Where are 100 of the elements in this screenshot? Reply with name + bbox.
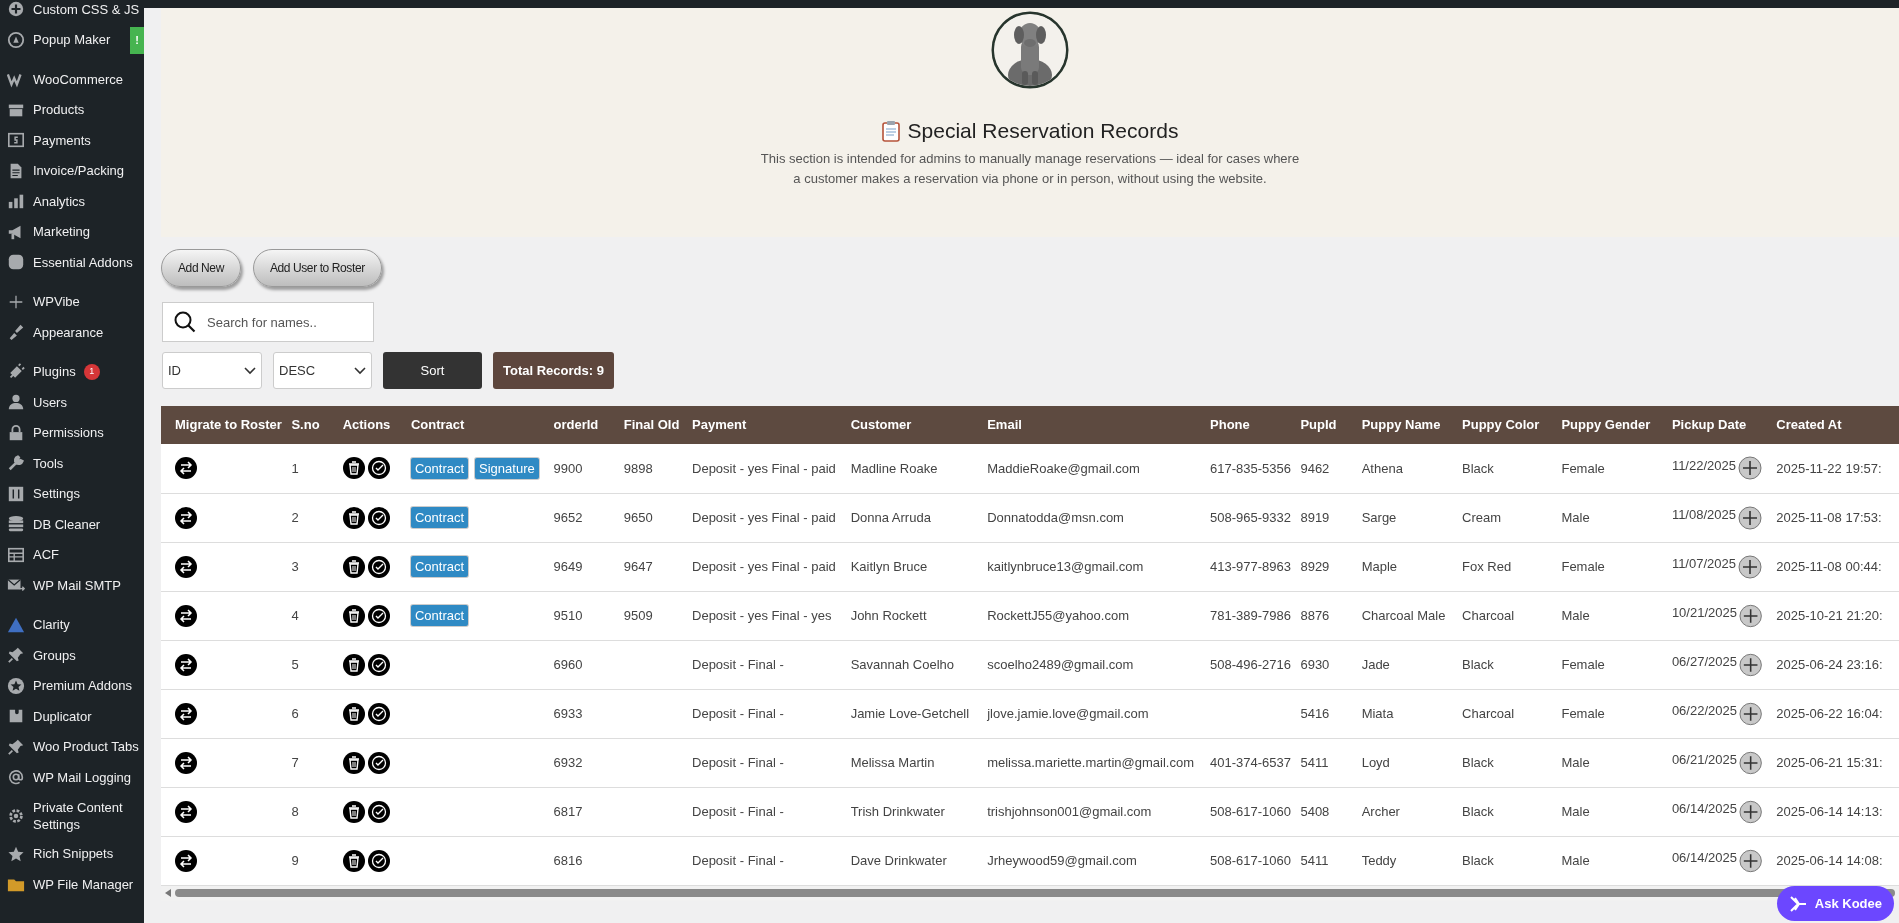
sidebar-item[interactable]: WPVibe bbox=[0, 286, 144, 317]
table-cell-text: 11/08/2025 bbox=[1671, 505, 1736, 524]
action-button[interactable]: Add New bbox=[161, 249, 241, 287]
table-cell-text: 06/21/2025 bbox=[1671, 750, 1737, 769]
sidebar-item[interactable]: Premium Addons bbox=[0, 670, 144, 701]
sidebar-item[interactable]: WP Mail Logging bbox=[0, 762, 144, 793]
table-cell: 6816 bbox=[539, 836, 610, 885]
action-button[interactable]: Add User to Roster bbox=[252, 249, 382, 287]
table-cell: Cream bbox=[1448, 493, 1548, 542]
table-cell: 6933 bbox=[539, 689, 610, 738]
table-cell: Deposit - yes Final - paid bbox=[678, 444, 837, 493]
table-cell: RockettJ55@yahoo.com bbox=[973, 591, 1197, 640]
sidebar-item[interactable]: Payments bbox=[0, 125, 144, 156]
table-cell: 6960 bbox=[539, 640, 610, 689]
contract-button[interactable]: Signature bbox=[475, 457, 539, 479]
table-cell: Female bbox=[1547, 444, 1658, 493]
table-cell: jlove.jamie.love@gmail.com bbox=[973, 689, 1197, 738]
table-cell: 7 bbox=[277, 738, 329, 787]
table-cell: Female bbox=[1547, 542, 1658, 591]
table-cell: scoelho2489@gmail.com bbox=[973, 640, 1197, 689]
table-cell: Deposit - Final - bbox=[678, 689, 837, 738]
sort-order-select[interactable]: DESC bbox=[273, 352, 372, 389]
table-cell: 6 bbox=[277, 689, 329, 738]
sidebar-item[interactable]: Appearance bbox=[0, 317, 144, 348]
sidebar-item[interactable]: Permissions bbox=[0, 417, 144, 448]
sidebar-item[interactable]: Groups bbox=[0, 640, 144, 671]
table-cell: 9 bbox=[277, 836, 329, 885]
sidebar-item[interactable]: Tools bbox=[0, 448, 144, 479]
sidebar-item[interactable]: Custom CSS & JS bbox=[0, 0, 144, 25]
table-cell: 1 bbox=[277, 444, 329, 493]
table-cell: 5416 bbox=[1286, 689, 1348, 738]
notification-badge: ! bbox=[130, 26, 144, 54]
table-cell: 9649 bbox=[539, 542, 610, 591]
sidebar-item[interactable]: Products bbox=[0, 94, 144, 125]
column-header: PupId bbox=[1286, 406, 1348, 444]
table-cell: Athena bbox=[1347, 444, 1449, 493]
sidebar-item[interactable]: Essential Addons bbox=[0, 247, 144, 278]
table-cell: Charcoal bbox=[1448, 689, 1548, 738]
column-header: Customer bbox=[836, 406, 974, 444]
sidebar-item[interactable]: Rich Snippets bbox=[0, 838, 144, 869]
table-cell: Deposit - yes Final - yes bbox=[678, 591, 837, 640]
table-cell: Melissa Martin bbox=[836, 738, 974, 787]
table-cell: Deposit - Final - bbox=[678, 738, 837, 787]
sidebar-item[interactable]: Users bbox=[0, 387, 144, 418]
ask-kodee-button[interactable]: Ask Kodee bbox=[1776, 886, 1894, 921]
table-cell: Black bbox=[1448, 738, 1548, 787]
sidebar-item[interactable]: WP File Manager bbox=[0, 869, 144, 900]
table-cell: Madline Roake bbox=[836, 444, 974, 493]
sidebar-item[interactable]: Marketing bbox=[0, 216, 144, 247]
table-cell: 6817 bbox=[539, 787, 610, 836]
table-cell: 2 bbox=[277, 493, 329, 542]
table-cell: Sarge bbox=[1347, 493, 1449, 542]
sidebar-item[interactable]: Plugins 1 bbox=[0, 356, 144, 387]
sidebar-item[interactable]: Private Content Settings bbox=[0, 792, 144, 839]
table-cell: Donna Arruda bbox=[836, 493, 974, 542]
sidebar-item[interactable]: Analytics bbox=[0, 186, 144, 217]
table-cell: Charcoal Male bbox=[1347, 591, 1449, 640]
search-field[interactable]: Search for names.. bbox=[162, 302, 374, 342]
table-cell: Fox Red bbox=[1448, 542, 1548, 591]
table-cell: John Rockett bbox=[836, 591, 974, 640]
table-cell: Male bbox=[1547, 836, 1658, 885]
contract-button[interactable]: Contract bbox=[410, 605, 469, 626]
sidebar-item[interactable]: DB Cleaner bbox=[0, 509, 144, 540]
column-header: Payment bbox=[678, 406, 837, 444]
contract-button[interactable]: Contract bbox=[410, 556, 469, 577]
table-cell: Archer bbox=[1347, 787, 1449, 836]
sidebar-item[interactable]: Clarity bbox=[0, 609, 144, 640]
table-cell: 4 bbox=[277, 591, 329, 640]
table-cell: Maple bbox=[1347, 542, 1449, 591]
sidebar-item[interactable]: Settings bbox=[0, 478, 144, 509]
sort-field-select[interactable]: ID bbox=[162, 352, 262, 389]
table-cell: 2025-06-14 14:08: bbox=[1762, 836, 1899, 885]
sidebar-item[interactable]: Duplicator bbox=[0, 701, 144, 732]
table-cell: 2025-06-22 16:04: bbox=[1762, 689, 1899, 738]
table-cell: Male bbox=[1547, 787, 1658, 836]
table-cell: Savannah Coelho bbox=[836, 640, 974, 689]
sort-button[interactable]: Sort bbox=[383, 352, 482, 389]
sidebar-item[interactable]: Invoice/Packing bbox=[0, 155, 144, 186]
page-title: Special Reservation Records bbox=[907, 118, 1179, 144]
sidebar-item[interactable]: WP Mail SMTP bbox=[0, 570, 144, 601]
contract-button[interactable]: Contract bbox=[410, 507, 469, 528]
table-cell: 9510 bbox=[539, 591, 610, 640]
table-cell: 8 bbox=[277, 787, 329, 836]
sidebar-item[interactable]: Popup Maker ! bbox=[0, 24, 144, 55]
contract-button[interactable]: Contract bbox=[410, 457, 469, 479]
table-cell: 2025-06-21 15:31: bbox=[1762, 738, 1899, 787]
sidebar-item[interactable]: Woo Product Tabs bbox=[0, 731, 144, 762]
column-header: Contract bbox=[396, 406, 540, 444]
table-cell: Trish Drinkwater bbox=[836, 787, 974, 836]
table-cell: Female bbox=[1547, 640, 1658, 689]
column-header: Puppy Gender bbox=[1547, 406, 1658, 444]
table-cell: 2025-06-24 23:16: bbox=[1762, 640, 1899, 689]
table-cell: Loyd bbox=[1347, 738, 1449, 787]
sidebar-item[interactable]: ACF bbox=[0, 539, 144, 570]
table-cell-text: 06/14/2025 bbox=[1671, 799, 1737, 818]
table-cell: kaitlynbruce13@gmail.com bbox=[973, 542, 1197, 591]
table-cell: Female bbox=[1547, 689, 1658, 738]
table-cell: Black bbox=[1448, 640, 1548, 689]
table-cell: Kaitlyn Bruce bbox=[836, 542, 974, 591]
sidebar-item[interactable]: WooCommerce bbox=[0, 64, 144, 95]
